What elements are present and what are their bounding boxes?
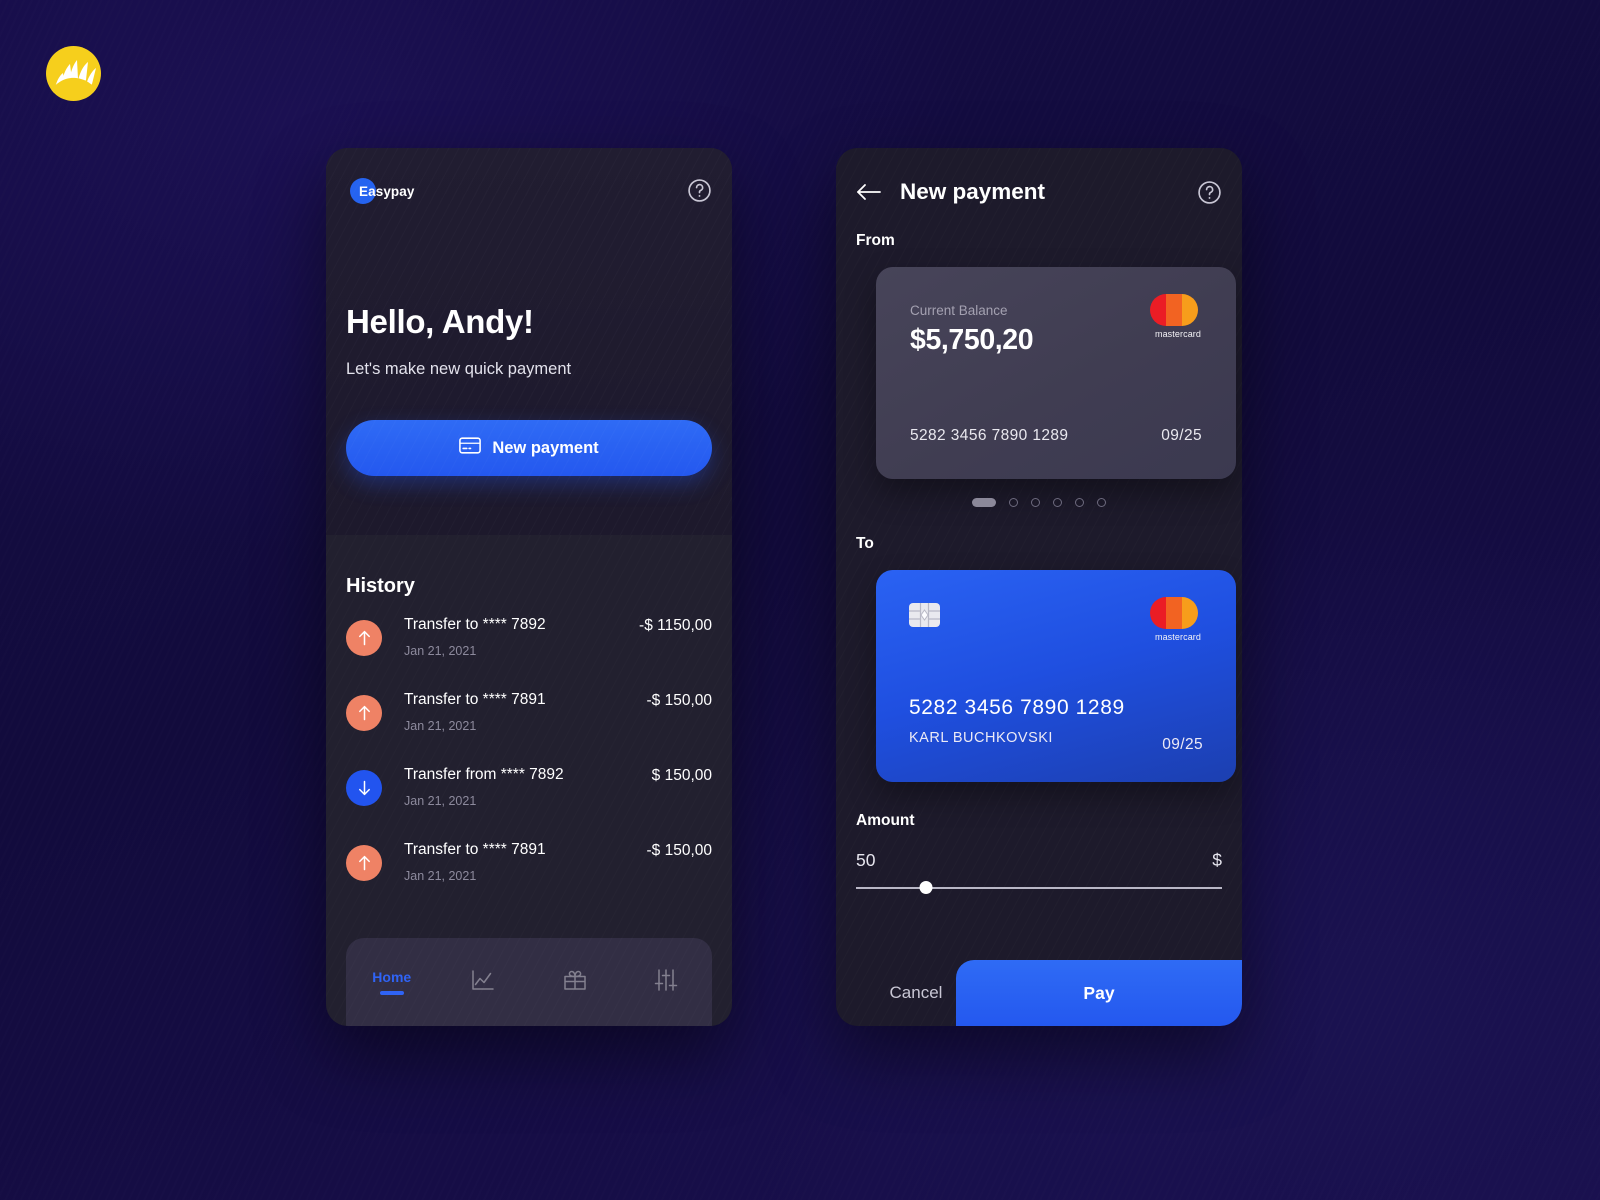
gift-icon xyxy=(561,966,589,999)
mastercard-wordmark: mastercard xyxy=(1154,632,1201,642)
from-label: From xyxy=(856,232,895,249)
phone-new-payment-screen: New payment From Current Balance $5,750,… xyxy=(836,148,1242,1026)
home-hero-section: Easypay Hello, Andy! Let's make new quic… xyxy=(326,148,732,535)
mastercard-logo-icon: mastercard xyxy=(1150,294,1206,339)
card-number: 5282 3456 7890 1289 xyxy=(910,427,1069,444)
arrow-up-icon xyxy=(346,695,382,731)
payment-footer: Cancel Pay xyxy=(836,960,1242,1026)
carousel-dot[interactable] xyxy=(1031,498,1040,507)
slider-thumb[interactable] xyxy=(919,881,933,894)
carousel-dot[interactable] xyxy=(1009,498,1018,507)
page-title: Hello, Andy! xyxy=(346,303,534,340)
help-circle-icon[interactable] xyxy=(687,178,712,203)
amount-slider[interactable] xyxy=(856,881,1222,895)
bottom-navigation: Home xyxy=(346,938,712,1026)
arrow-up-icon xyxy=(346,620,382,656)
brand-badge: Easypay xyxy=(346,178,415,204)
nav-item-home-label: Home xyxy=(372,969,412,985)
from-card-carousel[interactable]: Current Balance $5,750,20 5282 3456 7890… xyxy=(856,267,1236,479)
nav-item-settings[interactable] xyxy=(621,938,713,1026)
nav-item-home[interactable]: Home xyxy=(346,938,438,1026)
card-expiry: 09/25 xyxy=(1162,736,1203,753)
arrow-down-icon xyxy=(346,770,382,806)
page-background xyxy=(0,0,1600,1200)
table-row[interactable]: Transfer to **** 7892 Jan 21, 2021 -$ 11… xyxy=(346,616,712,691)
phone-home-screen: Easypay Hello, Andy! Let's make new quic… xyxy=(326,148,732,1026)
balance-label: Current Balance xyxy=(910,303,1008,318)
nav-item-rewards[interactable] xyxy=(529,938,621,1026)
nav-item-statistics[interactable] xyxy=(438,938,530,1026)
table-row[interactable]: Transfer to **** 7891 Jan 21, 2021 -$ 15… xyxy=(346,691,712,766)
new-payment-button[interactable]: New payment xyxy=(346,420,712,476)
table-row[interactable]: Transfer from **** 7892 Jan 21, 2021 $ 1… xyxy=(346,766,712,841)
payment-header: New payment xyxy=(856,148,1222,205)
transaction-date: Jan 21, 2021 xyxy=(404,793,477,808)
transaction-date: Jan 21, 2021 xyxy=(404,868,477,883)
sunburst-crown-logo-icon xyxy=(46,46,101,101)
sliders-icon xyxy=(652,966,680,999)
amount-input[interactable]: 50 xyxy=(856,850,875,871)
balance-value: $5,750,20 xyxy=(910,324,1034,356)
carousel-dot[interactable] xyxy=(1097,498,1106,507)
transaction-date: Jan 21, 2021 xyxy=(404,718,477,733)
app-logo xyxy=(46,46,101,101)
nav-active-indicator xyxy=(379,991,404,995)
transaction-title: Transfer to **** 7891 xyxy=(404,691,546,708)
credit-card-icon xyxy=(459,437,482,459)
transaction-amount: -$ 150,00 xyxy=(646,692,713,709)
transaction-title: Transfer to **** 7891 xyxy=(404,841,546,858)
transaction-amount: -$ 150,00 xyxy=(646,842,713,859)
amount-label: Amount xyxy=(856,812,915,829)
page-title: New payment xyxy=(900,179,1046,204)
carousel-pagination[interactable] xyxy=(856,498,1222,507)
arrow-up-icon xyxy=(346,845,382,881)
line-chart-icon xyxy=(469,966,497,999)
carousel-dot[interactable] xyxy=(1075,498,1084,507)
table-row[interactable]: Transfer to **** 7891 Jan 21, 2021 -$ 15… xyxy=(346,841,712,916)
emv-chip-icon xyxy=(909,603,940,627)
transaction-amount: $ 150,00 xyxy=(651,767,712,784)
amount-section: Amount 50 $ xyxy=(856,812,1222,895)
brand-name: Easypay xyxy=(359,183,415,199)
card-expiry: 09/25 xyxy=(1161,427,1202,444)
carousel-dot[interactable] xyxy=(1053,498,1062,507)
arrow-left-icon[interactable] xyxy=(856,182,882,202)
transaction-title: Transfer from **** 7892 xyxy=(404,766,564,783)
card-holder-name: KARL BUCHKOVSKI xyxy=(909,730,1053,746)
help-circle-icon[interactable] xyxy=(1197,180,1222,205)
mastercard-logo-icon: mastercard xyxy=(1150,597,1206,642)
to-card[interactable]: mastercard 5282 3456 7890 1289 KARL BUCH… xyxy=(876,570,1236,782)
from-card[interactable]: Current Balance $5,750,20 5282 3456 7890… xyxy=(876,267,1236,479)
to-label: To xyxy=(856,535,874,552)
currency-symbol: $ xyxy=(1212,850,1222,870)
card-number: 5282 3456 7890 1289 xyxy=(909,696,1125,719)
history-section: History Transfer to **** 7892 Jan 21, 20… xyxy=(326,535,732,1026)
carousel-dot-active[interactable] xyxy=(972,498,996,507)
transaction-date: Jan 21, 2021 xyxy=(404,643,477,658)
mastercard-wordmark: mastercard xyxy=(1154,329,1201,339)
home-subtitle: Let's make new quick payment xyxy=(346,360,572,378)
history-title: History xyxy=(346,575,415,597)
history-list: Transfer to **** 7892 Jan 21, 2021 -$ 11… xyxy=(346,616,712,916)
transaction-title: Transfer to **** 7892 xyxy=(404,616,546,633)
slider-track xyxy=(856,887,1222,889)
new-payment-button-label: New payment xyxy=(492,438,599,457)
pay-button[interactable]: Pay xyxy=(956,960,1242,1026)
transaction-amount: -$ 1150,00 xyxy=(639,617,712,634)
